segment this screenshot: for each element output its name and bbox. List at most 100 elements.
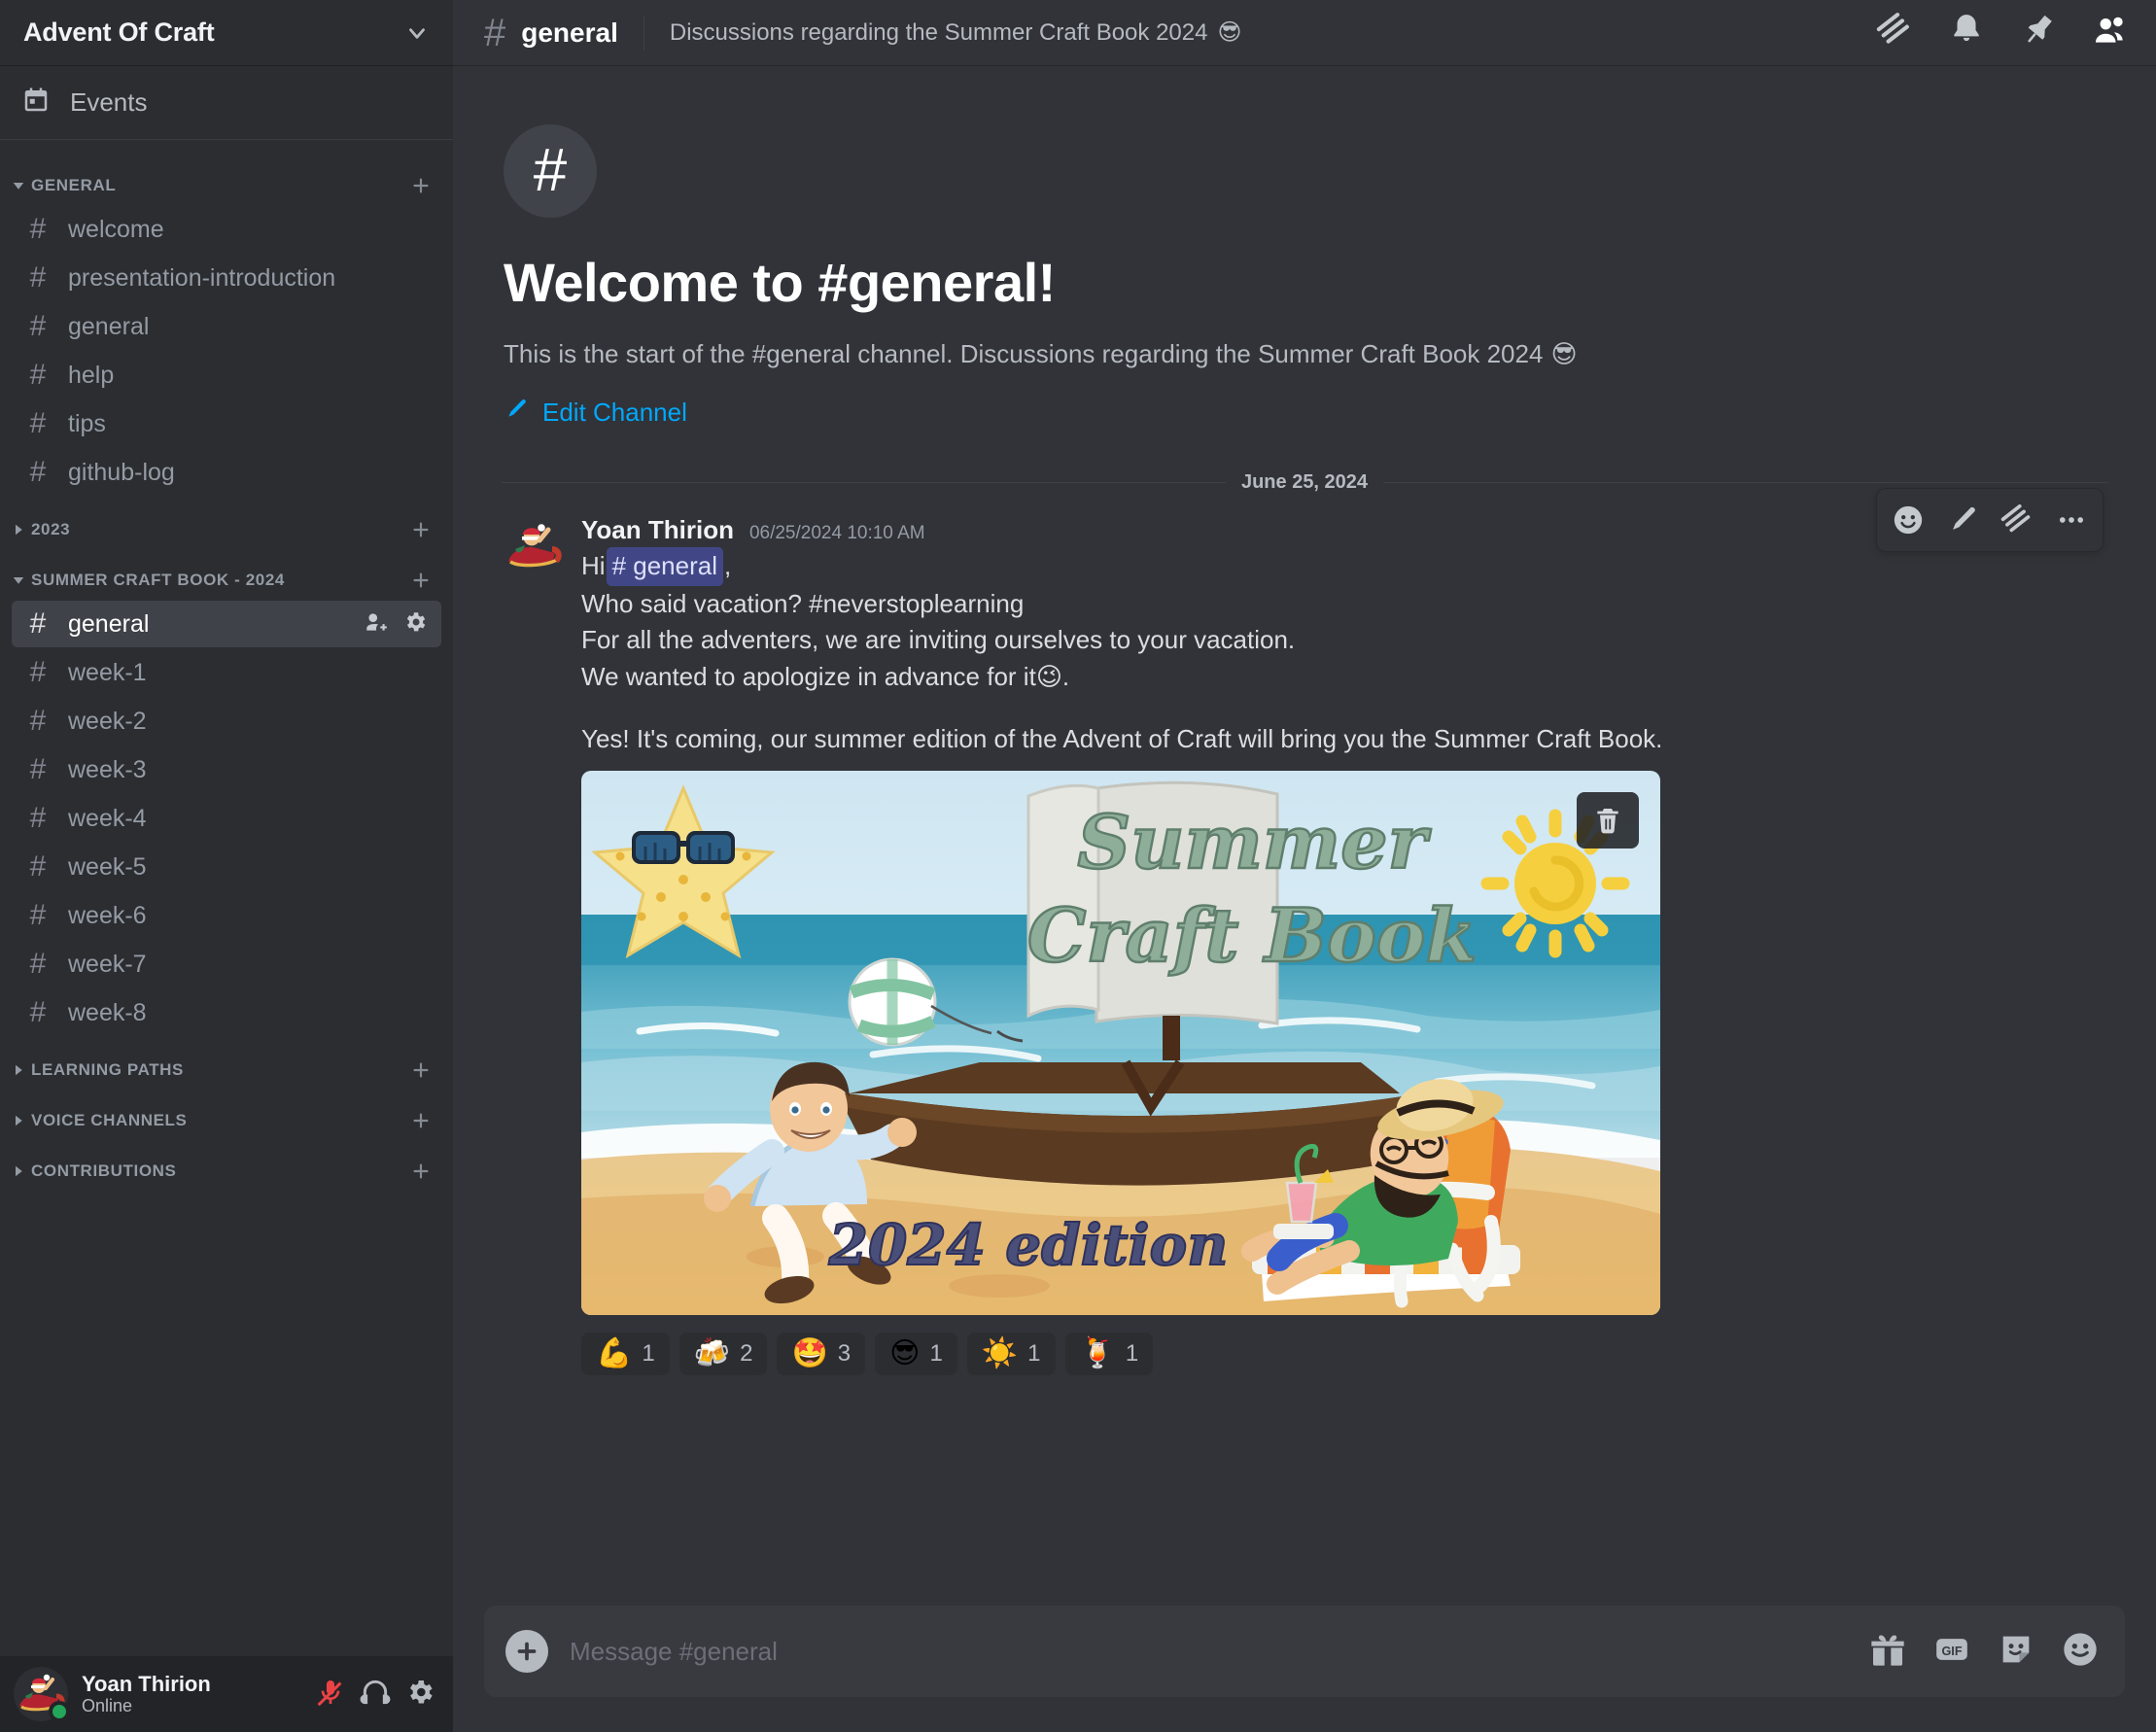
- star-struck-emoji: 🤩: [791, 1337, 828, 1370]
- category-general[interactable]: GENERAL: [0, 154, 453, 204]
- chevron-down-icon: [10, 177, 27, 194]
- channel-label: general: [68, 312, 150, 340]
- sail-line-1: Summer: [1077, 799, 1431, 885]
- sticker-icon[interactable]: [1997, 1630, 2035, 1674]
- threads-icon[interactable]: [1876, 12, 1913, 53]
- message-line-4-suffix: .: [1061, 662, 1070, 692]
- sidebar-item-week-5[interactable]: # week-5: [12, 844, 441, 890]
- sidebar-item-welcome[interactable]: # welcome: [12, 206, 441, 253]
- edit-message-icon[interactable]: [1937, 497, 1988, 543]
- hash-icon: #: [484, 11, 506, 54]
- reaction-sunglasses[interactable]: 😎 1: [875, 1333, 957, 1376]
- sail-line-2: Craft Book: [1027, 892, 1477, 979]
- message-composer[interactable]: GIF: [484, 1606, 2125, 1697]
- reaction-tropical-drink[interactable]: 🍹 1: [1064, 1333, 1154, 1376]
- add-channel-icon[interactable]: [410, 1160, 432, 1182]
- channel-label: tips: [68, 409, 106, 437]
- headphones-icon[interactable]: [360, 1677, 391, 1713]
- message-line-4-prefix: We wanted to apologize in advance for it: [581, 662, 1036, 692]
- welcome-description-text: This is the start of the #general channe…: [504, 339, 1544, 368]
- edit-channel-link[interactable]: Edit Channel: [504, 397, 2105, 429]
- add-channel-icon[interactable]: [410, 519, 432, 540]
- reaction-clinking-beer-mugs[interactable]: 🍻 2: [678, 1333, 768, 1376]
- channel-topic[interactable]: Discussions regarding the Summer Craft B…: [670, 18, 1242, 47]
- reaction-star-struck[interactable]: 🤩 3: [777, 1333, 866, 1376]
- chevron-right-icon: [10, 1061, 27, 1079]
- reaction-sun[interactable]: ☀️ 1: [966, 1333, 1056, 1376]
- message-input[interactable]: [570, 1636, 1847, 1667]
- sidebar-item-tips[interactable]: # tips: [12, 400, 441, 447]
- message-body: Yoan Thirion 06/25/2024 10:10 AM Hi # ge…: [581, 515, 2107, 1376]
- sidebar-item-week-7[interactable]: # week-7: [12, 941, 441, 987]
- category-label: 2023: [31, 520, 71, 538]
- sidebar-item-week-4[interactable]: # week-4: [12, 795, 441, 842]
- reaction-count: 1: [929, 1340, 943, 1368]
- category-summer-craft-book-2024[interactable]: SUMMER CRAFT BOOK - 2024: [0, 548, 453, 599]
- gif-icon[interactable]: GIF: [1932, 1630, 1971, 1674]
- pin-icon[interactable]: [2020, 12, 2057, 53]
- hash-icon: #: [29, 850, 47, 883]
- sunglasses-emoji: 😎: [1550, 339, 1578, 368]
- message-line-5: Yes! It's coming, our summer edition of …: [581, 723, 1663, 753]
- date-divider-label: June 25, 2024: [1240, 471, 1369, 493]
- channel-label: week-4: [68, 804, 147, 832]
- gear-icon[interactable]: [404, 1677, 435, 1713]
- delete-attachment-button[interactable]: [1577, 792, 1639, 849]
- chevron-down-icon[interactable]: [404, 20, 430, 46]
- category-voice-channels[interactable]: VOICE CHANNELS: [0, 1089, 453, 1139]
- sidebar-item-events[interactable]: Events: [0, 66, 453, 140]
- add-reaction-icon[interactable]: [1883, 497, 1933, 543]
- category-2023[interactable]: 2023: [0, 498, 453, 548]
- add-channel-icon[interactable]: [410, 175, 432, 196]
- message-author[interactable]: Yoan Thirion: [581, 515, 734, 545]
- divider: [502, 482, 1226, 483]
- avatar[interactable]: [14, 1667, 70, 1722]
- add-channel-icon[interactable]: [410, 1059, 432, 1081]
- sidebar-item-presentation-introduction[interactable]: # presentation-introduction: [12, 255, 441, 301]
- channel-list[interactable]: GENERAL # welcome # presentation-introdu…: [0, 140, 453, 1732]
- members-icon[interactable]: [2092, 12, 2129, 53]
- add-channel-icon[interactable]: [410, 1110, 432, 1131]
- message-area[interactable]: # Welcome to #general! This is the start…: [453, 66, 2156, 1586]
- channel-label: welcome: [68, 215, 164, 243]
- bell-icon[interactable]: [1948, 12, 1985, 53]
- sidebar-item-general-top[interactable]: # general: [12, 303, 441, 350]
- message-line-1-suffix: ,: [723, 551, 732, 580]
- sidebar-item-week-8[interactable]: # week-8: [12, 989, 441, 1036]
- sidebar-item-github-log[interactable]: # github-log: [12, 449, 441, 496]
- sidebar-item-week-2[interactable]: # week-2: [12, 698, 441, 745]
- message-row: Yoan Thirion 06/25/2024 10:10 AM Hi # ge…: [484, 488, 2125, 1376]
- hash-icon: #: [29, 407, 47, 439]
- user-status: Online: [82, 1695, 133, 1715]
- gear-icon[interactable]: [402, 609, 428, 640]
- category-learning-paths[interactable]: LEARNING PATHS: [0, 1038, 453, 1089]
- hash-icon: #: [533, 137, 568, 204]
- add-attachment-button[interactable]: [505, 1630, 548, 1673]
- gift-icon[interactable]: [1868, 1630, 1907, 1674]
- emoji-picker-icon[interactable]: [2061, 1630, 2100, 1674]
- sidebar-item-week-3[interactable]: # week-3: [12, 746, 441, 793]
- more-options-icon[interactable]: [2046, 497, 2097, 543]
- sand-text: 2024 edition: [828, 1212, 1229, 1278]
- microphone-muted-icon[interactable]: [315, 1677, 346, 1713]
- sidebar-item-week-6[interactable]: # week-6: [12, 892, 441, 939]
- sidebar-item-help[interactable]: # help: [12, 352, 441, 398]
- invite-member-icon[interactable]: [364, 609, 389, 640]
- message-attachment-image[interactable]: Summer Craft Book 2024 edition: [581, 771, 1660, 1316]
- flexed-biceps-emoji: 💪: [596, 1337, 633, 1370]
- category-label: GENERAL: [31, 176, 117, 194]
- channel-mention[interactable]: # general: [606, 547, 723, 586]
- sidebar-item-general-active[interactable]: # general: [12, 601, 441, 647]
- channel-label: week-3: [68, 755, 147, 783]
- reaction-flexed-biceps[interactable]: 💪 1: [581, 1333, 670, 1376]
- avatar[interactable]: [502, 515, 566, 579]
- threads-icon[interactable]: [1992, 497, 2042, 543]
- server-header[interactable]: Advent Of Craft: [0, 0, 453, 66]
- calendar-icon: [21, 86, 51, 120]
- add-channel-icon[interactable]: [410, 570, 432, 591]
- sun-emoji: ☀️: [981, 1337, 1019, 1370]
- message-line-2: Who said vacation? #neverstoplearning: [581, 588, 1025, 618]
- sidebar-item-week-1[interactable]: # week-1: [12, 649, 441, 696]
- category-contributions[interactable]: CONTRIBUTIONS: [0, 1139, 453, 1190]
- hash-icon: #: [29, 656, 47, 688]
